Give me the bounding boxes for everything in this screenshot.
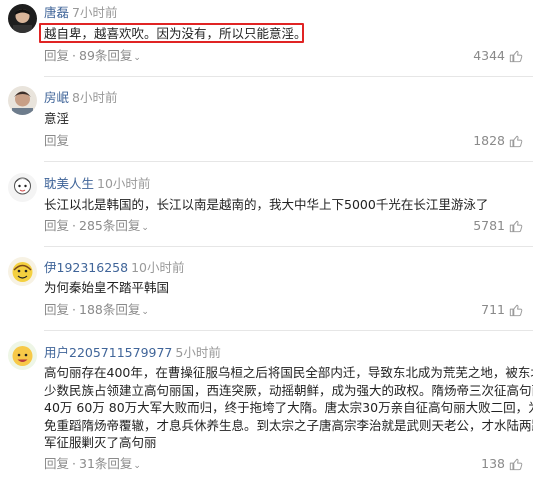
divider xyxy=(44,246,533,247)
comment-text-line: 高句丽存在400年，在曹操征服乌桓之后将国民全部内迁，导致东北成为荒芜之地，被东… xyxy=(44,365,533,380)
comment-actions: 回复 · 89条回复⌄ xyxy=(44,48,141,63)
comment-meta: 房岷 8小时前 xyxy=(44,90,117,106)
like-count: 711 xyxy=(481,302,505,317)
comment-time: 10小时前 xyxy=(131,260,185,275)
comment-text-line: 少数民族占领建立高句丽国，西连突厥，动摇朝鲜，成为强大的政权。隋炀帝三次征高句丽… xyxy=(44,382,533,398)
view-replies-label: 188条回复 xyxy=(79,302,141,317)
like-button[interactable]: 4344 xyxy=(473,48,523,64)
thumbs-up-icon xyxy=(509,50,523,63)
username-link[interactable]: 耽美人生 xyxy=(44,176,94,191)
comment-time: 10小时前 xyxy=(97,176,151,191)
comment-feed: 唐磊 7小时前 越自卑，越喜欢吹。因为没有，所以只能意淫。 回复 · 89条回复⌄ 4… xyxy=(0,0,533,479)
like-count: 1828 xyxy=(473,133,505,148)
comment-meta: 唐磊 7小时前 xyxy=(44,5,117,21)
comment-text-line: 免重蹈隋炀帝覆辙，才息兵休养生息。到太宗之子唐高宗李治就是武则天老公，才水陆两路… xyxy=(44,417,533,433)
avatar[interactable] xyxy=(8,86,37,115)
comment-meta: 耽美人生 10小时前 xyxy=(44,176,150,192)
username-link[interactable]: 伊192316258 xyxy=(44,260,128,275)
highlight-box xyxy=(39,23,304,43)
thumbs-up-icon xyxy=(509,220,523,233)
comment-meta: 伊192316258 10小时前 xyxy=(44,260,184,276)
avatar[interactable] xyxy=(8,173,37,202)
view-replies-label: 89条回复 xyxy=(79,48,133,63)
like-count: 138 xyxy=(481,456,505,471)
like-button[interactable]: 1828 xyxy=(473,133,523,149)
comment-body: 意淫 xyxy=(44,110,527,128)
comment-body: 为何秦始皇不踏平韩国 xyxy=(44,279,527,297)
comment-text-line: 40万 60万 80万大军大败而归，终于拖垮了大隋。唐太宗30万亲自征高句丽大败… xyxy=(44,400,533,415)
avatar[interactable] xyxy=(8,4,37,33)
thumbs-up-icon xyxy=(509,135,523,148)
comment-time: 5小时前 xyxy=(175,345,221,360)
reply-button[interactable]: 回复 xyxy=(44,218,69,233)
chevron-down-icon: ⌄ xyxy=(141,223,149,233)
thumbs-up-icon xyxy=(509,458,523,471)
chevron-down-icon: ⌄ xyxy=(133,53,141,63)
divider xyxy=(44,161,533,162)
comment-text-line: 为何秦始皇不踏平韩国 xyxy=(44,280,170,295)
like-button[interactable]: 711 xyxy=(481,302,523,318)
avatar[interactable] xyxy=(8,257,37,286)
reply-button[interactable]: 回复 xyxy=(44,48,69,63)
view-replies-button[interactable]: 188条回复⌄ xyxy=(79,302,149,317)
username-link[interactable]: 房岷 xyxy=(44,90,69,105)
avatar[interactable] xyxy=(8,341,37,370)
comment-actions: 回复 · 285条回复⌄ xyxy=(44,218,149,233)
comment-text-line: 长江以北是韩国的，长江以南是越南的，我大中华上下5000千光在长江里游泳了 xyxy=(44,197,489,212)
view-replies-button[interactable]: 31条回复⌄ xyxy=(79,456,141,471)
like-button[interactable]: 5781 xyxy=(473,218,523,234)
comment-meta: 用户2205711579977 5小时前 xyxy=(44,345,221,361)
comment-text-line: 军征服剿灭了高句丽 xyxy=(44,435,157,450)
divider xyxy=(44,76,533,77)
view-replies-label: 285条回复 xyxy=(79,218,141,233)
view-replies-button[interactable]: 285条回复⌄ xyxy=(79,218,149,233)
comment-time: 8小时前 xyxy=(72,90,118,105)
like-count: 4344 xyxy=(473,48,505,63)
comment-body: 高句丽存在400年，在曹操征服乌桓之后将国民全部内迁，导致东北成为荒芜之地，被东… xyxy=(44,364,533,452)
thumbs-up-icon xyxy=(509,304,523,317)
like-count: 5781 xyxy=(473,218,505,233)
comment-text-line: 意淫 xyxy=(44,111,70,126)
like-button[interactable]: 138 xyxy=(481,456,523,472)
comment-actions: 回复 · 31条回复⌄ xyxy=(44,456,141,471)
comment-time: 7小时前 xyxy=(72,5,118,20)
comment-actions: 回复 · 188条回复⌄ xyxy=(44,302,149,317)
reply-button[interactable]: 回复 xyxy=(44,456,69,471)
reply-button[interactable]: 回复 xyxy=(44,133,69,148)
username-link[interactable]: 唐磊 xyxy=(44,5,69,20)
username-link[interactable]: 用户2205711579977 xyxy=(44,345,172,360)
divider xyxy=(44,330,533,331)
view-replies-button[interactable]: 89条回复⌄ xyxy=(79,48,141,63)
view-replies-label: 31条回复 xyxy=(79,456,133,471)
comment-body: 长江以北是韩国的，长江以南是越南的，我大中华上下5000千光在长江里游泳了 xyxy=(44,196,527,214)
comment-actions: 回复 xyxy=(44,133,69,149)
chevron-down-icon: ⌄ xyxy=(133,461,141,471)
reply-button[interactable]: 回复 xyxy=(44,302,69,317)
chevron-down-icon: ⌄ xyxy=(141,307,149,317)
